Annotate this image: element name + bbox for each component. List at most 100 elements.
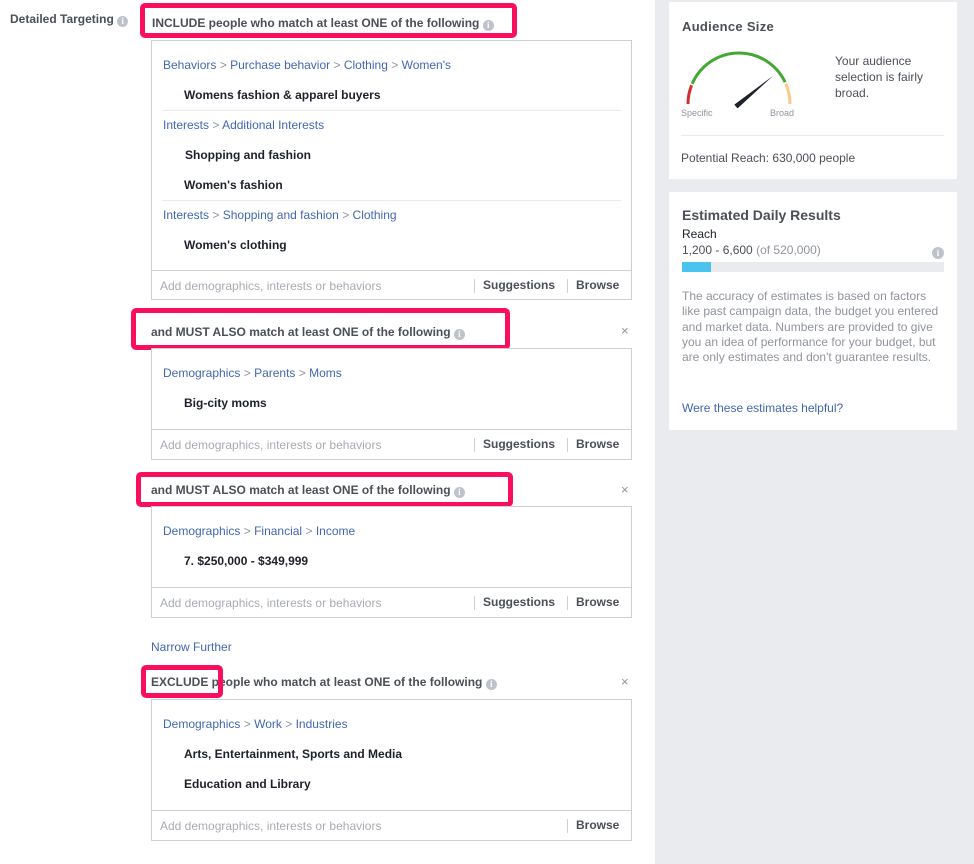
info-icon[interactable]: i: [453, 329, 465, 340]
section-divider: [162, 200, 621, 201]
detailed-targeting-text: Detailed Targeting: [10, 12, 114, 26]
narrow-header: and MUST ALSO match at least ONE of the …: [151, 325, 465, 340]
browse-button[interactable]: Browse: [576, 437, 619, 451]
section-divider: [162, 110, 621, 111]
audience-size-title: Audience Size: [682, 19, 775, 34]
targeting-path: Demographics > Work > Industries: [163, 717, 348, 731]
estimates-feedback-link[interactable]: Were these estimates helpful?: [682, 401, 843, 415]
browse-button[interactable]: Browse: [576, 818, 619, 832]
divider: [567, 438, 568, 452]
path-link[interactable]: Moms: [309, 366, 342, 380]
path-link[interactable]: Parents: [254, 366, 295, 380]
estimated-results-card: Estimated Daily Results Reach 1,200 - 6,…: [669, 192, 957, 430]
exclude-header: EXCLUDE people who match at least ONE of…: [151, 675, 497, 690]
include-header-text: INCLUDE people who match at least ONE of…: [152, 16, 480, 30]
targeting-item[interactable]: 7. $250,000 - $349,999: [184, 554, 308, 568]
reach-range-value: 1,200 - 6,600: [682, 243, 753, 257]
targeting-item[interactable]: Education and Library: [184, 777, 311, 791]
gauge-needle: [734, 75, 773, 108]
narrow-further-link[interactable]: Narrow Further: [151, 640, 232, 654]
path-link[interactable]: Work: [254, 717, 282, 731]
estimate-disclaimer: The accuracy of estimates is based on fa…: [682, 289, 939, 365]
path-link[interactable]: Shopping and fashion: [223, 208, 339, 222]
targeting-item[interactable]: Big-city moms: [184, 396, 267, 410]
path-separator: >: [285, 717, 293, 731]
path-link[interactable]: Demographics: [163, 524, 240, 538]
narrow-header: and MUST ALSO match at least ONE of the …: [151, 483, 465, 498]
add-targeting-input[interactable]: Add demographics, interests or behaviors: [160, 438, 381, 452]
targeting-item[interactable]: Arts, Entertainment, Sports and Media: [184, 747, 402, 761]
path-link[interactable]: Financial: [254, 524, 302, 538]
narrow-header-text: and MUST ALSO match at least ONE of the …: [151, 483, 451, 497]
gauge-arc-specific: [686, 84, 693, 105]
path-separator: >: [219, 58, 227, 72]
narrow-box-2: Demographics > Financial > Income 7. $25…: [151, 506, 632, 618]
audience-description: Your audience selection is fairly broad.: [835, 54, 924, 100]
targeting-path: Behaviors > Purchase behavior > Clothing…: [163, 58, 451, 72]
audience-gauge: [686, 51, 792, 108]
browse-button[interactable]: Browse: [576, 595, 619, 609]
include-box: Behaviors > Purchase behavior > Clothing…: [151, 40, 632, 300]
close-icon[interactable]: ×: [621, 323, 629, 338]
divider: [474, 279, 475, 293]
targeting-path: Interests > Shopping and fashion > Cloth…: [163, 208, 397, 222]
targeting-item[interactable]: Women's fashion: [184, 178, 283, 192]
reach-total: (of 520,000): [756, 243, 821, 257]
info-icon[interactable]: i: [482, 20, 494, 31]
path-separator: >: [342, 208, 350, 222]
targeting-path: Demographics > Parents > Moms: [163, 366, 342, 380]
path-link[interactable]: Behaviors: [163, 58, 216, 72]
path-link[interactable]: Demographics: [163, 717, 240, 731]
reach-progress-bar: [682, 262, 944, 272]
narrow-header-text: and MUST ALSO match at least ONE of the …: [151, 325, 451, 339]
suggestions-button[interactable]: Suggestions: [483, 278, 555, 292]
info-icon[interactable]: i: [932, 247, 944, 259]
reach-progress-fill: [682, 262, 711, 272]
divider: [567, 279, 568, 293]
targeting-item[interactable]: Womens fashion & apparel buyers: [184, 88, 381, 102]
targeting-item[interactable]: Women's clothing: [184, 238, 287, 252]
close-icon[interactable]: ×: [621, 482, 629, 497]
path-link[interactable]: Income: [316, 524, 355, 538]
suggestions-button[interactable]: Suggestions: [483, 437, 555, 451]
add-targeting-input[interactable]: Add demographics, interests or behaviors: [160, 279, 381, 293]
path-link[interactable]: Interests: [163, 118, 209, 132]
exclude-box: Demographics > Work > Industries Arts, E…: [151, 699, 632, 841]
gauge-arc-middle: [690, 51, 787, 85]
path-separator: >: [243, 524, 251, 538]
exclude-footer: Add demographics, interests or behaviors…: [152, 810, 631, 841]
path-link[interactable]: Additional Interests: [222, 118, 324, 132]
divider: [474, 596, 475, 610]
gauge-arc-broad: [784, 83, 792, 105]
add-targeting-input[interactable]: Add demographics, interests or behaviors: [160, 819, 381, 833]
path-link[interactable]: Clothing: [353, 208, 397, 222]
info-icon[interactable]: i: [485, 679, 497, 690]
path-separator: >: [305, 524, 313, 538]
path-link[interactable]: Demographics: [163, 366, 240, 380]
path-link[interactable]: Industries: [296, 717, 348, 731]
targeting-path: Demographics > Financial > Income: [163, 524, 355, 538]
suggestions-button[interactable]: Suggestions: [483, 595, 555, 609]
info-icon[interactable]: i: [453, 487, 465, 498]
path-link[interactable]: Purchase behavior: [230, 58, 330, 72]
exclude-header-text: EXCLUDE people who match at least ONE of…: [151, 675, 483, 689]
path-link[interactable]: Interests: [163, 208, 209, 222]
include-footer: Add demographics, interests or behaviors…: [152, 270, 631, 301]
path-separator: >: [298, 366, 306, 380]
targeting-path: Interests > Additional Interests: [163, 118, 324, 132]
divider: [567, 819, 568, 833]
info-icon[interactable]: i: [117, 16, 129, 27]
close-icon[interactable]: ×: [621, 674, 629, 689]
estimated-results-title: Estimated Daily Results: [682, 207, 841, 223]
path-link[interactable]: Clothing: [344, 58, 388, 72]
narrow-box-1: Demographics > Parents > Moms Big-city m…: [151, 348, 632, 460]
divider: [474, 438, 475, 452]
add-targeting-input[interactable]: Add demographics, interests or behaviors: [160, 596, 381, 610]
path-separator: >: [243, 717, 251, 731]
targeting-item[interactable]: Shopping and fashion: [185, 148, 311, 162]
browse-button[interactable]: Browse: [576, 278, 619, 292]
path-link[interactable]: Women's: [402, 58, 451, 72]
path-separator: >: [212, 118, 220, 132]
reach-range: 1,200 - 6,600 (of 520,000): [682, 243, 821, 257]
broad-label: Broad: [770, 108, 795, 118]
